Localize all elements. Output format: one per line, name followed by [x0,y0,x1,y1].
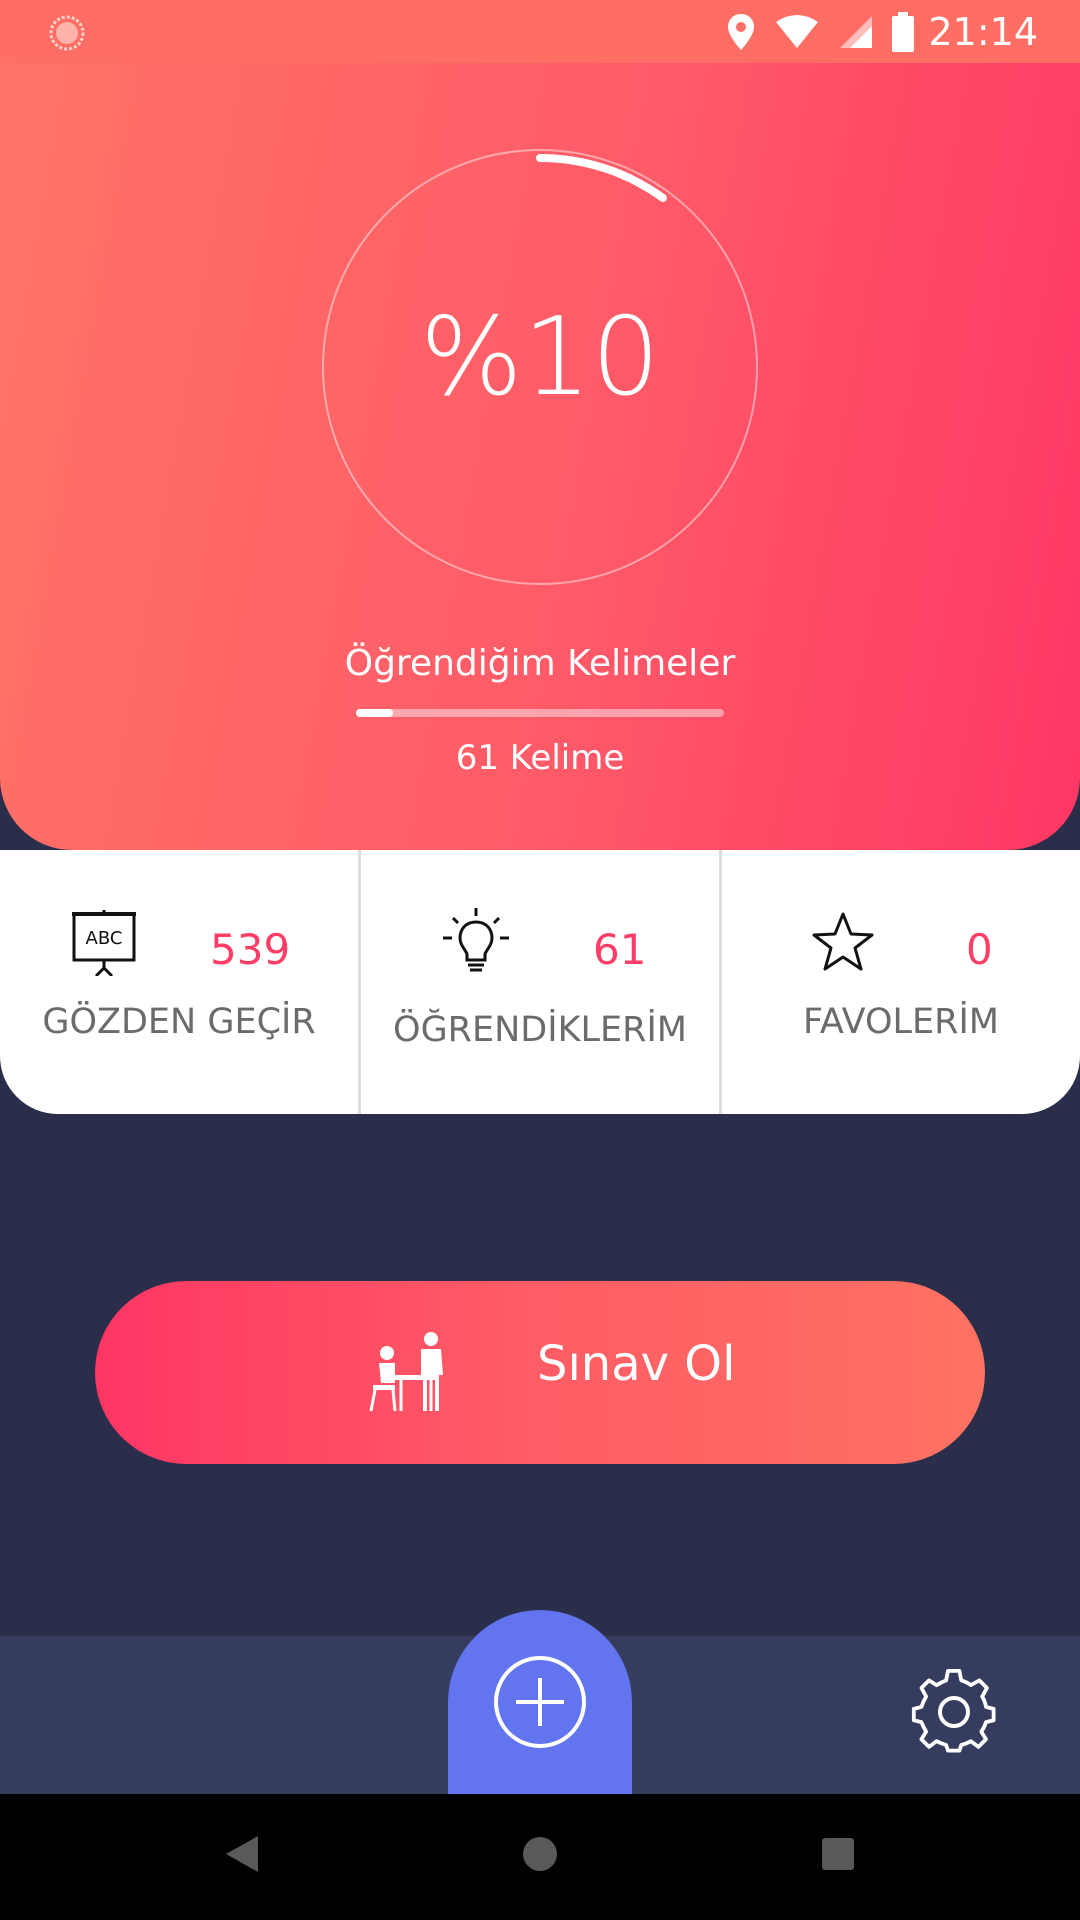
favorites-label: FAVOLERİM [803,1002,999,1042]
battery-icon [892,11,915,52]
learned-label: ÖĞRENDİKLERİM [393,1010,687,1050]
system-navigation-bar [0,1794,1080,1920]
stats-card: ABC 539 GÖZDEN GEÇİR 61 ÖĞRENDİKLERİM 0 … [0,850,1080,1114]
progress-percent: %10 [419,295,661,420]
app-notification-icon [49,15,85,51]
wifi-icon [776,14,819,48]
word-count: 61 Kelime [455,738,625,778]
learned-tile[interactable]: 61 ÖĞRENDİKLERİM [358,850,719,1114]
take-exam-label: Sınav Ol [537,1336,736,1392]
gear-icon[interactable] [910,1668,998,1756]
location-icon [728,13,755,50]
review-label: GÖZDEN GEÇİR [42,1002,316,1042]
back-icon[interactable] [224,1834,260,1874]
favorites-tile[interactable]: 0 FAVOLERİM [719,850,1080,1114]
learned-words-title: Öğrendiğim Kelimeler [344,643,736,684]
status-time: 21:14 [928,9,1038,54]
add-word-button[interactable] [448,1610,632,1794]
home-icon[interactable] [522,1834,558,1874]
add-icon [494,1656,586,1748]
svg-text:ABC: ABC [86,928,123,949]
signal-icon [840,15,873,48]
take-exam-button[interactable]: Sınav Ol [95,1281,985,1464]
progress-panel: %10 Öğrendiğim Kelimeler 61 Kelime [0,63,1080,850]
review-tile[interactable]: ABC 539 GÖZDEN GEÇİR [0,850,358,1114]
review-count: 539 [210,925,291,974]
recents-icon[interactable] [820,1834,856,1874]
abc-board-icon: ABC [72,910,136,976]
progress-bar [356,709,724,717]
learned-count: 61 [593,925,647,974]
favorites-count: 0 [966,925,993,974]
progress-bar-fill [356,709,393,717]
exam-desk-icon [369,1332,443,1412]
star-icon [812,912,874,971]
status-bar: 21:14 [0,0,1080,63]
lightbulb-icon [443,908,509,972]
